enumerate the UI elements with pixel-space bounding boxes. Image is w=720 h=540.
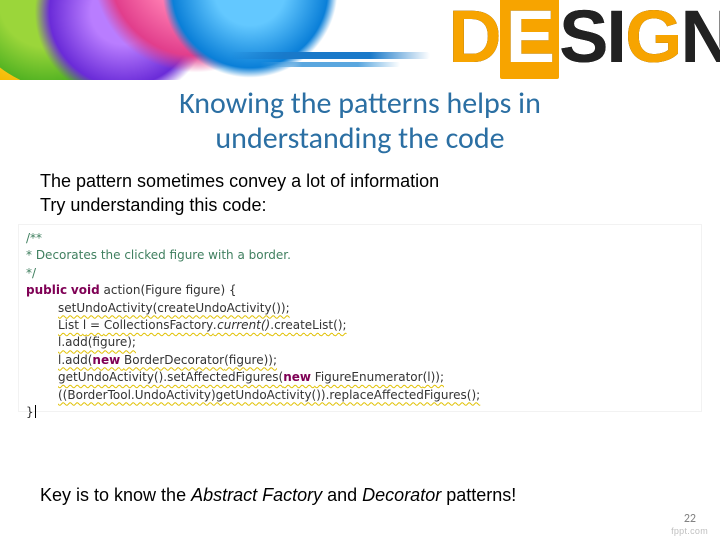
pattern-decorator: Decorator: [362, 485, 441, 505]
code-line-3: l.add(figure);: [26, 334, 694, 351]
code-line-2: List l = CollectionsFactory.current().cr…: [26, 317, 694, 334]
title-line-1: Knowing the patterns helps in: [0, 86, 720, 121]
code-comment-1: /**: [26, 230, 694, 247]
banner-word: DESIGN: [448, 0, 720, 79]
code-comment-2: * Decorates the clicked figure with a bo…: [26, 247, 694, 264]
code-line-4: l.add(new BorderDecorator(figure));: [26, 352, 694, 369]
body-line-2: Try understanding this code:: [40, 194, 680, 218]
code-line-6: ((BorderTool.UndoActivity)getUndoActivit…: [26, 387, 694, 404]
code-line-1: setUndoActivity(createUndoActivity());: [26, 300, 694, 317]
banner-stripe-2: [260, 62, 400, 67]
code-close-brace: }: [26, 404, 694, 421]
code-signature: public void action(Figure figure) {: [26, 282, 694, 299]
banner-stripe-1: [230, 52, 430, 59]
key-takeaway: Key is to know the Abstract Factory and …: [40, 485, 680, 506]
code-line-5: getUndoActivity().setAffectedFigures(new…: [26, 369, 694, 386]
pattern-abstract-factory: Abstract Factory: [191, 485, 322, 505]
slide: DESIGN Knowing the patterns helps in und…: [0, 0, 720, 540]
body-text: The pattern sometimes convey a lot of in…: [40, 170, 680, 218]
text-cursor: [35, 405, 36, 418]
code-comment-3: */: [26, 265, 694, 282]
page-number: 22: [684, 512, 696, 526]
top-banner: DESIGN: [0, 0, 720, 80]
slide-title: Knowing the patterns helps in understand…: [0, 86, 720, 157]
watermark: fppt.com: [671, 526, 708, 536]
body-line-1: The pattern sometimes convey a lot of in…: [40, 170, 680, 194]
code-block: /** * Decorates the clicked figure with …: [18, 224, 702, 412]
title-line-2: understanding the code: [0, 121, 720, 156]
